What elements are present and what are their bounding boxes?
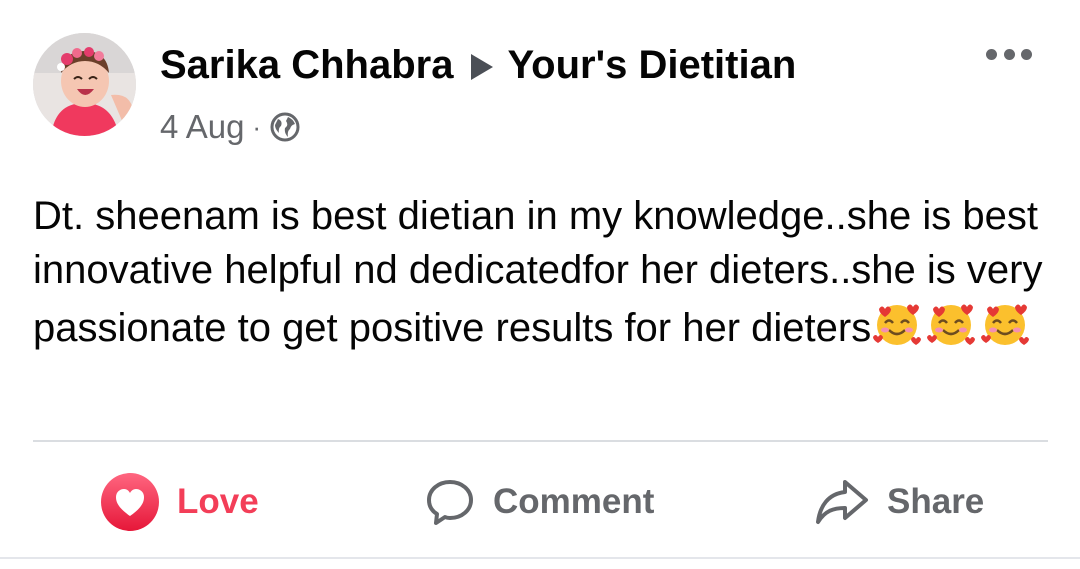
smiling-face-with-hearts-emoji: [927, 304, 976, 345]
post-header-title: Sarika Chhabra Your's Dietitian: [160, 40, 796, 90]
love-reaction-icon: [101, 473, 159, 531]
comment-label: Comment: [493, 482, 655, 521]
post-card: Sarika Chhabra Your's Dietitian 4 Aug · D…: [0, 0, 1080, 569]
love-button[interactable]: Love: [101, 462, 259, 542]
comment-button[interactable]: Comment: [425, 462, 654, 542]
love-label: Love: [177, 482, 259, 521]
author-name[interactable]: Sarika Chhabra: [160, 43, 453, 87]
comment-icon: [427, 480, 473, 525]
post-actions: Love Comment Share: [0, 462, 1080, 542]
globe-icon: [270, 112, 300, 142]
action-divider: [33, 440, 1048, 442]
post-meta: 4 Aug ·: [160, 106, 301, 148]
share-label: Share: [887, 482, 985, 521]
smiling-face-with-hearts-emoji: [981, 304, 1030, 345]
share-button[interactable]: Share: [815, 462, 984, 542]
card-bottom-border: [0, 557, 1080, 559]
share-icon: [816, 480, 868, 524]
post-text: Dt. sheenam is best dietian in my knowle…: [33, 189, 1053, 363]
avatar[interactable]: [33, 33, 136, 136]
emoji-group: [871, 297, 1033, 363]
more-dot: [1003, 48, 1015, 60]
page-name[interactable]: Your's Dietitian: [507, 43, 796, 87]
smiling-face-with-hearts-emoji: [873, 304, 922, 345]
post-date[interactable]: 4 Aug: [160, 106, 244, 148]
more-dot: [1021, 48, 1032, 60]
more-options-icon[interactable]: [986, 44, 1032, 64]
meta-separator: ·: [252, 112, 262, 142]
more-dot: [986, 48, 997, 60]
posted-to-arrow-icon: [471, 54, 494, 80]
avatar-photo: [33, 33, 136, 136]
